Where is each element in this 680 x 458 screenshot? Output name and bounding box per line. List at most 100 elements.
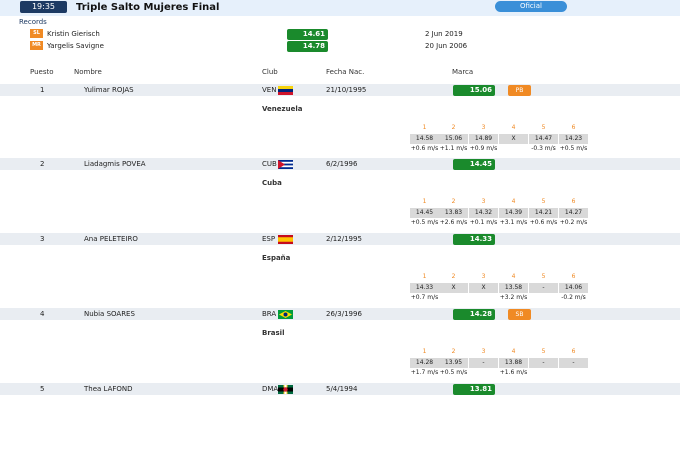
attempt-number: 4 bbox=[511, 198, 516, 205]
club-code: DMA bbox=[262, 385, 279, 393]
flag-icon bbox=[278, 86, 293, 95]
athlete-birthdate: 5/4/1994 bbox=[326, 385, 358, 393]
attempt-mark: 13.88 bbox=[499, 358, 528, 368]
attempt-wind: +1.7 m/s bbox=[410, 369, 439, 376]
flag-icon bbox=[278, 235, 293, 244]
column-header-mark: Marca bbox=[452, 68, 474, 76]
athlete-birthdate: 6/2/1996 bbox=[326, 160, 358, 168]
attempt-mark: 14.33 bbox=[410, 283, 439, 293]
attempt-number: 1 bbox=[422, 124, 427, 131]
attempt-number: 6 bbox=[571, 198, 576, 205]
attempt-number: 5 bbox=[541, 348, 546, 355]
attempt-number: 2 bbox=[451, 198, 456, 205]
athlete-mark: 14.45 bbox=[453, 159, 495, 170]
record-holder: Kristin Gierisch bbox=[47, 30, 100, 38]
athlete-mark: 14.33 bbox=[453, 234, 495, 245]
attempt-number: 1 bbox=[422, 198, 427, 205]
attempt-mark: 14.27 bbox=[559, 208, 588, 218]
event-title: Triple Salto Mujeres Final bbox=[76, 2, 220, 13]
attempt-mark: 14.28 bbox=[410, 358, 439, 368]
attempt-mark: 14.89 bbox=[469, 134, 498, 144]
attempt-mark: 14.32 bbox=[469, 208, 498, 218]
attempt-wind: +0.5 m/s bbox=[410, 219, 439, 226]
attempt-number: 3 bbox=[481, 348, 486, 355]
attempt-mark: X bbox=[469, 283, 498, 293]
athlete-position: 4 bbox=[40, 310, 45, 318]
athlete-name[interactable]: Liadagmis POVEA bbox=[84, 160, 146, 168]
attempt-number: 5 bbox=[541, 273, 546, 280]
athlete-row[interactable]: 4 Nubia SOARES BRA 26/3/1996 14.28 SB Brasil 1 1… bbox=[0, 308, 680, 383]
attempt-wind: -0.2 m/s bbox=[561, 294, 586, 301]
record-holder: Yargelis Savigne bbox=[47, 42, 104, 50]
attempt-number: 4 bbox=[511, 124, 516, 131]
record-badge: SL bbox=[30, 29, 43, 38]
attempt-mark: X bbox=[439, 283, 468, 293]
attempt-wind: +2.6 m/s bbox=[439, 219, 468, 226]
attempt-mark: 13.83 bbox=[439, 208, 468, 218]
attempt-number: 3 bbox=[481, 273, 486, 280]
athlete-birthdate: 2/12/1995 bbox=[326, 235, 362, 243]
record-badge: MR bbox=[30, 41, 43, 50]
record-date: 2 Jun 2019 bbox=[425, 30, 463, 38]
attempt-mark: 14.47 bbox=[529, 134, 558, 144]
athlete-country: Brasil bbox=[262, 329, 285, 337]
athlete-mark: 13.81 bbox=[453, 384, 495, 395]
attempt-number: 6 bbox=[571, 348, 576, 355]
attempt-mark: 14.23 bbox=[559, 134, 588, 144]
event-time: 19:35 bbox=[20, 1, 67, 13]
athlete-row[interactable]: 5 Thea LAFOND DMA 5/4/1994 13.81 bbox=[0, 383, 680, 458]
attempt-mark: - bbox=[469, 358, 498, 368]
athlete-name[interactable]: Yulimar ROJAS bbox=[84, 86, 134, 94]
column-header-club: Club bbox=[262, 68, 278, 76]
attempt-number: 3 bbox=[481, 198, 486, 205]
athlete-birthdate: 21/10/1995 bbox=[326, 86, 367, 94]
attempt-wind: +0.1 m/s bbox=[469, 219, 498, 226]
athlete-country: Venezuela bbox=[262, 105, 303, 113]
athlete-country: España bbox=[262, 254, 291, 262]
athlete-mark: 14.28 bbox=[453, 309, 495, 320]
athlete-row[interactable]: 1 Yulimar ROJAS VEN 21/10/1995 15.06 PB Venezu… bbox=[0, 84, 680, 159]
attempt-number: 1 bbox=[422, 273, 427, 280]
attempt-wind: +3.1 m/s bbox=[499, 219, 528, 226]
athlete-position: 3 bbox=[40, 235, 45, 243]
attempt-wind: -0.3 m/s bbox=[531, 145, 556, 152]
athlete-position: 1 bbox=[40, 86, 45, 94]
attempt-wind: +0.6 m/s bbox=[410, 145, 439, 152]
attempt-wind: +1.1 m/s bbox=[439, 145, 468, 152]
attempt-mark: 14.45 bbox=[410, 208, 439, 218]
attempt-mark: - bbox=[529, 283, 558, 293]
records-heading: Records bbox=[19, 18, 47, 26]
flag-icon bbox=[278, 160, 293, 169]
result-badge: SB bbox=[508, 309, 531, 320]
attempt-number: 3 bbox=[481, 124, 486, 131]
athlete-position: 2 bbox=[40, 160, 45, 168]
athlete-row[interactable]: 3 Ana PELETEIRO ESP 2/12/1995 14.33 España 1 14… bbox=[0, 233, 680, 308]
attempt-number: 2 bbox=[451, 273, 456, 280]
status-badge[interactable]: Oficial bbox=[495, 1, 567, 12]
athlete-position: 5 bbox=[40, 385, 45, 393]
athlete-name[interactable]: Ana PELETEIRO bbox=[84, 235, 138, 243]
attempt-number: 1 bbox=[422, 348, 427, 355]
attempt-number: 6 bbox=[571, 273, 576, 280]
club-code: BRA bbox=[262, 310, 277, 318]
flag-icon bbox=[278, 310, 293, 319]
attempt-wind: +0.2 m/s bbox=[559, 219, 588, 226]
column-header-name: Nombre bbox=[74, 68, 102, 76]
attempt-wind: +0.7 m/s bbox=[410, 294, 439, 301]
result-badge: PB bbox=[508, 85, 531, 96]
attempt-mark: 14.58 bbox=[410, 134, 439, 144]
attempt-wind: +0.9 m/s bbox=[469, 145, 498, 152]
column-header-birthdate: Fecha Nac. bbox=[326, 68, 365, 76]
record-date: 20 Jun 2006 bbox=[425, 42, 468, 50]
attempt-wind: +3.2 m/s bbox=[499, 294, 528, 301]
athlete-row[interactable]: 2 Liadagmis POVEA CUB 6/2/1996 14.45 Cuba 1 14.… bbox=[0, 158, 680, 233]
attempt-mark: 14.39 bbox=[499, 208, 528, 218]
attempt-mark: 13.95 bbox=[439, 358, 468, 368]
attempt-mark: - bbox=[529, 358, 558, 368]
record-mark: 14.78 bbox=[287, 41, 328, 52]
athlete-name[interactable]: Thea LAFOND bbox=[84, 385, 133, 393]
attempt-mark: 14.06 bbox=[559, 283, 588, 293]
attempt-wind: +0.5 m/s bbox=[439, 369, 468, 376]
athlete-country: Cuba bbox=[262, 179, 282, 187]
athlete-name[interactable]: Nubia SOARES bbox=[84, 310, 135, 318]
